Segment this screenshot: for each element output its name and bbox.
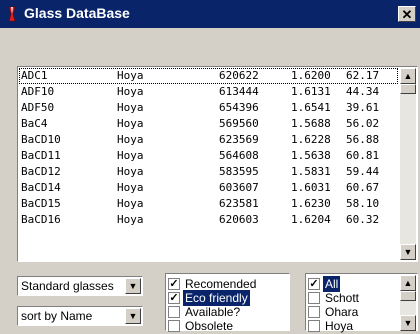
arrow-down-icon: ▼ — [403, 318, 413, 328]
table-row[interactable]: BaCD14 Hoya 603607 1.6031 60.67 — [19, 180, 398, 196]
vd-cell: 60.81 — [346, 149, 380, 162]
checkbox[interactable]: ✓ — [168, 292, 180, 304]
nd-cell: 1.6204 — [291, 213, 331, 226]
glass-name-cell: ADF10 — [21, 85, 55, 98]
glass-name-cell: ADF50 — [21, 101, 55, 114]
maker-cell: Hoya — [117, 213, 144, 226]
vd-cell: 62.17 — [346, 69, 380, 82]
maker-filter-list[interactable]: ✓ All Schott Ohara Hoya ▲ ▼ — [305, 273, 418, 333]
glass-code-cell: 620603 — [219, 213, 259, 226]
scroll-up-button[interactable]: ▲ — [400, 68, 416, 84]
table-row[interactable]: ADF10 Hoya 613444 1.6131 44.34 — [19, 84, 398, 100]
glass-set-dropdown[interactable]: Standard glasses ▼ — [17, 276, 143, 296]
nd-cell: 1.6031 — [291, 181, 331, 194]
maker-cell: Hoya — [117, 197, 144, 210]
glass-name-cell: ADC1 — [21, 69, 48, 82]
nd-cell: 1.6230 — [291, 197, 331, 210]
maker-scroll-down-button[interactable]: ▼ — [400, 315, 416, 331]
glass-name-cell: BaCD15 — [21, 197, 61, 210]
glass-code-cell: 623569 — [219, 133, 259, 146]
glass-code-cell: 654396 — [219, 101, 259, 114]
chevron-down-icon[interactable]: ▼ — [125, 278, 141, 294]
vd-cell: 44.34 — [346, 85, 380, 98]
checkbox[interactable] — [308, 292, 320, 304]
arrow-up-icon: ▲ — [403, 71, 413, 81]
maker-cell: Hoya — [117, 101, 144, 114]
checkbox[interactable] — [168, 306, 180, 318]
nd-cell: 1.5638 — [291, 149, 331, 162]
glass-set-value: Standard glasses — [21, 279, 114, 293]
nd-cell: 1.5831 — [291, 165, 331, 178]
maker-scroll-up-button[interactable]: ▲ — [400, 275, 416, 291]
table-row[interactable]: ADF50 Hoya 654396 1.6541 39.61 — [19, 100, 398, 116]
vd-cell: 60.32 — [346, 213, 380, 226]
scroll-thumb[interactable] — [400, 84, 416, 94]
vd-cell: 56.02 — [346, 117, 380, 130]
nd-cell: 1.6200 — [291, 69, 331, 82]
status-option-label: Obsolete — [185, 319, 234, 333]
glass-name-cell: BaCD14 — [21, 181, 61, 194]
maker-option-label: Hoya — [325, 319, 354, 333]
checkbox[interactable] — [308, 320, 320, 332]
status-filter-list[interactable]: ✓ Recomended ✓ Eco friendly Available? Obsole… — [165, 273, 290, 333]
nd-cell: 1.6131 — [291, 85, 331, 98]
glass-code-cell: 583595 — [219, 165, 259, 178]
glass-name-cell: BaCD12 — [21, 165, 61, 178]
sort-value: sort by Name — [21, 309, 93, 323]
checkbox[interactable]: ✓ — [308, 278, 320, 290]
list-scrollbar[interactable]: ▲ ▼ — [400, 68, 416, 260]
glass-list[interactable]: ADC1 Hoya 620622 1.6200 62.17 ADF10 Hoya 613444… — [17, 66, 418, 262]
maker-cell: Hoya — [117, 165, 144, 178]
table-row[interactable]: BaCD15 Hoya 623581 1.6230 58.10 — [19, 196, 398, 212]
glass-list-rows: ADC1 Hoya 620622 1.6200 62.17 ADF10 Hoya 613444… — [19, 68, 398, 260]
maker-cell: Hoya — [117, 69, 144, 82]
glass-database-window: Glass DataBase ✕ ADC1 Hoya 620622 1.6200 62.… — [0, 0, 420, 333]
arrow-down-icon: ▼ — [403, 247, 413, 257]
scroll-down-button[interactable]: ▼ — [400, 244, 416, 260]
nd-cell: 1.5688 — [291, 117, 331, 130]
title-bar[interactable]: Glass DataBase ✕ — [0, 0, 420, 28]
nd-cell: 1.6228 — [291, 133, 331, 146]
vd-cell: 59.44 — [346, 165, 380, 178]
checkbox[interactable]: ✓ — [168, 278, 180, 290]
chevron-down-icon[interactable]: ▼ — [125, 308, 141, 324]
close-icon: ✕ — [401, 7, 413, 22]
maker-cell: Hoya — [117, 117, 144, 130]
vd-cell: 58.10 — [346, 197, 380, 210]
table-row[interactable]: BaC4 Hoya 569560 1.5688 56.02 — [19, 116, 398, 132]
checkbox[interactable] — [308, 306, 320, 318]
glass-code-cell: 569560 — [219, 117, 259, 130]
window-title: Glass DataBase — [24, 5, 130, 21]
glass-code-cell: 620622 — [219, 69, 259, 82]
glass-prism-icon — [8, 6, 16, 22]
table-row[interactable]: ADC1 Hoya 620622 1.6200 62.17 — [19, 68, 398, 84]
nd-cell: 1.6541 — [291, 101, 331, 114]
maker-scrollbar[interactable]: ▲ ▼ — [400, 275, 416, 331]
glass-code-cell: 623581 — [219, 197, 259, 210]
vd-cell: 60.67 — [346, 181, 380, 194]
glass-name-cell: BaCD11 — [21, 149, 61, 162]
table-row[interactable]: BaCD10 Hoya 623569 1.6228 56.88 — [19, 132, 398, 148]
table-row[interactable]: BaCD11 Hoya 564608 1.5638 60.81 — [19, 148, 398, 164]
glass-code-cell: 564608 — [219, 149, 259, 162]
table-row[interactable]: BaCD16 Hoya 620603 1.6204 60.32 — [19, 212, 398, 228]
glass-name-cell: BaCD16 — [21, 213, 61, 226]
arrow-up-icon: ▲ — [403, 278, 413, 288]
close-button[interactable]: ✕ — [398, 6, 416, 22]
sort-dropdown[interactable]: sort by Name ▼ — [17, 306, 143, 326]
vd-cell: 39.61 — [346, 101, 380, 114]
vd-cell: 56.88 — [346, 133, 380, 146]
table-row[interactable]: BaCD12 Hoya 583595 1.5831 59.44 — [19, 164, 398, 180]
maker-cell: Hoya — [117, 133, 144, 146]
maker-cell: Hoya — [117, 181, 144, 194]
glass-name-cell: BaCD10 — [21, 133, 61, 146]
glass-code-cell: 603607 — [219, 181, 259, 194]
glass-code-cell: 613444 — [219, 85, 259, 98]
maker-scroll-thumb[interactable] — [400, 291, 416, 301]
glass-name-cell: BaC4 — [21, 117, 48, 130]
maker-cell: Hoya — [117, 149, 144, 162]
checkbox[interactable] — [168, 320, 180, 332]
maker-cell: Hoya — [117, 85, 144, 98]
